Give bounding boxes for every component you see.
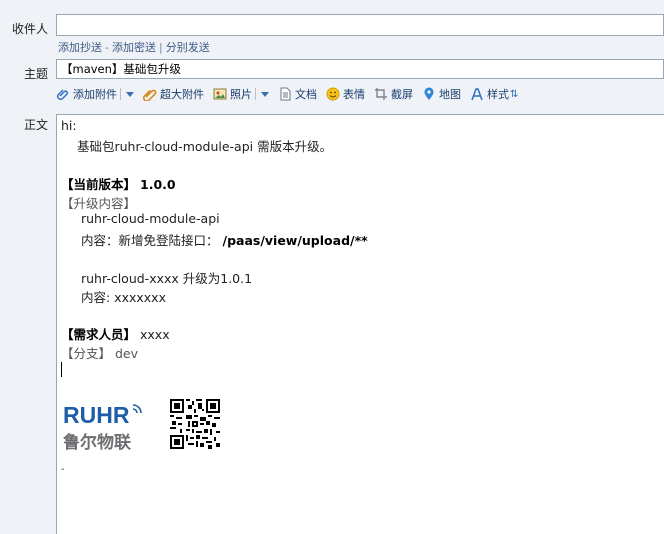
message-body-editor[interactable]: hi: 基础包ruhr-cloud-module-api 需版本升级。 【当前版… <box>56 114 664 534</box>
add-attachment-button[interactable]: 添加附件 <box>56 86 134 102</box>
large-attachment-label: 超大附件 <box>160 88 204 101</box>
link-separator-pipe: | <box>158 41 163 54</box>
map-label: 地图 <box>439 88 461 101</box>
document-icon <box>278 87 292 101</box>
sort-arrows-icon: ⇅ <box>510 88 519 100</box>
current-version-label: 【当前版本】 <box>61 177 137 192</box>
branch-label: 【分支】 <box>61 346 112 361</box>
logo-subtext: 鲁尔物联 <box>63 432 131 451</box>
subject-input[interactable]: 【maven】基础包升级 <box>56 59 664 79</box>
module2-name: ruhr-cloud-xxxx 升级为1.0.1 <box>81 271 253 286</box>
chevron-down-icon[interactable] <box>261 91 269 97</box>
compose-toolbar: 添加附件 超大附件 照片 文档 表情 截屏 地图 样式 ⇅ <box>56 84 527 104</box>
body-greeting: hi: <box>61 118 77 133</box>
style-label: 样式 <box>487 88 509 101</box>
ruhr-logo: RUHR 鲁尔物联 <box>63 402 142 451</box>
smiley-icon <box>326 87 340 101</box>
map-button[interactable]: 地图 <box>422 86 461 102</box>
emoji-label: 表情 <box>343 88 365 101</box>
requester-value: xxxx <box>140 327 170 342</box>
photo-label: 照片 <box>230 88 252 101</box>
subject-label: 主题 <box>23 67 48 81</box>
qr-code <box>170 399 220 449</box>
recipient-options: 添加抄送 - 添加密送 | 分别发送 <box>58 39 210 55</box>
branch-value: dev <box>115 346 139 361</box>
photo-icon <box>213 87 227 101</box>
requester-line: 【需求人员】 xxxx <box>61 324 170 343</box>
add-attachment-label: 添加附件 <box>73 88 117 101</box>
separate-send-link[interactable]: 分别发送 <box>166 41 210 54</box>
current-version-value: 1.0.0 <box>140 177 176 192</box>
subject-value: 【maven】基础包升级 <box>61 62 181 76</box>
large-attachment-icon <box>142 87 157 102</box>
scissors-icon <box>374 87 388 101</box>
add-bcc-link[interactable]: 添加密送 <box>112 41 156 54</box>
large-attachment-button[interactable]: 超大附件 <box>142 86 204 102</box>
branch-line: 【分支】 dev <box>61 343 138 362</box>
emoji-button[interactable]: 表情 <box>326 86 365 102</box>
body-label: 正文 <box>23 118 48 132</box>
text-cursor <box>61 362 62 377</box>
requester-label: 【需求人员】 <box>61 327 137 342</box>
logo-text: RUHR <box>63 402 130 428</box>
font-style-icon <box>470 87 484 101</box>
upgrade-content-label: 【升级内容】 <box>61 196 137 211</box>
module1-content-value: /paas/view/upload/** <box>222 233 368 248</box>
style-button[interactable]: 样式 ⇅ <box>470 86 518 102</box>
document-label: 文档 <box>295 88 317 101</box>
to-input[interactable] <box>56 14 664 36</box>
to-label: 收件人 <box>11 22 48 36</box>
current-version-line: 【当前版本】 1.0.0 <box>61 174 176 193</box>
toolbar-divider <box>120 88 121 100</box>
chevron-down-icon[interactable] <box>126 91 134 97</box>
body-intro: 基础包ruhr-cloud-module-api 需版本升级。 <box>77 139 333 154</box>
screenshot-button[interactable]: 截屏 <box>374 86 413 102</box>
add-cc-link[interactable]: 添加抄送 <box>58 41 102 54</box>
paperclip-icon <box>56 87 70 101</box>
screenshot-label: 截屏 <box>391 88 413 101</box>
module1-name: ruhr-cloud-module-api <box>81 211 220 226</box>
module1-content-label: 内容：新增免登陆接口： <box>81 233 219 248</box>
document-button[interactable]: 文档 <box>278 86 317 102</box>
map-pin-icon <box>422 87 436 101</box>
photo-button[interactable]: 照片 <box>213 86 269 102</box>
module1-content: 内容：新增免登陆接口： /paas/view/upload/** <box>81 230 368 249</box>
toolbar-divider <box>255 88 256 100</box>
link-separator-dash: - <box>105 41 109 54</box>
module2-content: 内容: xxxxxxx <box>81 290 166 305</box>
signature-dash: - <box>61 464 65 475</box>
